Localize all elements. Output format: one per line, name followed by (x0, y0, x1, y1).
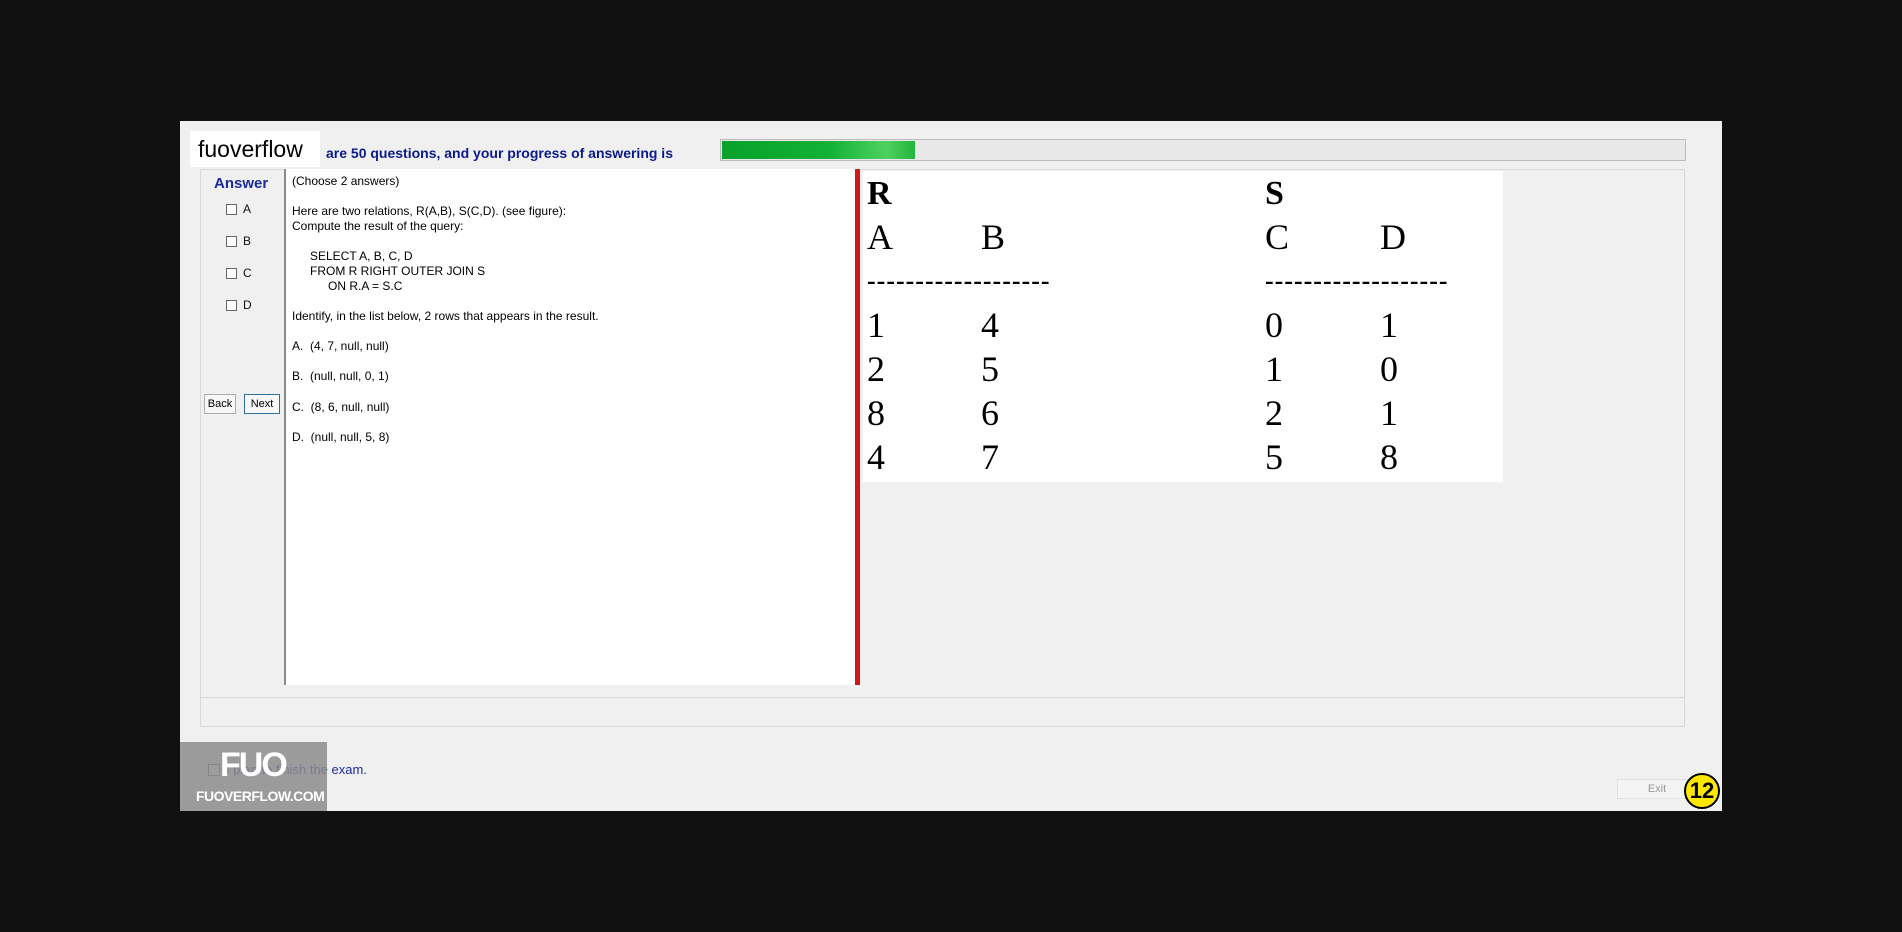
cell: 8 (867, 393, 885, 433)
cell: 5 (981, 349, 999, 389)
choice-c: C. (8, 6, null, null) (292, 400, 390, 414)
cell: 4 (867, 437, 885, 477)
cell: 0 (1380, 349, 1398, 389)
cell: 5 (1265, 437, 1283, 477)
choice-b: B. (null, null, 0, 1) (292, 369, 389, 383)
logo-text: FUOVERFLOW.COM (196, 788, 325, 804)
checkbox-a[interactable] (226, 203, 237, 215)
column-header: C (1265, 217, 1290, 257)
cell: 1 (867, 305, 885, 345)
cell: 2 (867, 349, 885, 389)
choice-a: A. (4, 7, null, null) (292, 339, 389, 353)
progress-fill (722, 141, 915, 159)
cell: 6 (981, 393, 999, 433)
answer-option-label: C (243, 266, 252, 280)
cell: 1 (1265, 349, 1283, 389)
cell: 4 (981, 305, 999, 345)
answer-option-label: B (243, 234, 252, 248)
separator-r: ------------------- (867, 266, 1051, 295)
answer-title: Answer (214, 175, 269, 192)
cell: 7 (981, 437, 999, 477)
query-line: ON R.A = S.C (328, 279, 403, 293)
cell: 8 (1380, 437, 1398, 477)
answer-option-a[interactable]: A (226, 202, 251, 216)
cell: 1 (1380, 305, 1398, 345)
answer-option-label: A (243, 202, 252, 216)
checkbox-b[interactable] (226, 235, 237, 247)
exam-window: fuoverflow are 50 questions, and your pr… (180, 121, 1722, 811)
column-header: A (867, 217, 893, 257)
question-line: Here are two relations, R(A,B), S(C,D). … (292, 204, 567, 218)
choice-d: D. (null, null, 5, 8) (292, 430, 390, 444)
relations-figure: R S A B C D ------------------- --------… (863, 171, 1503, 482)
answer-option-c[interactable]: C (226, 266, 252, 280)
panel-divider (855, 169, 860, 685)
question-line: Identify, in the list below, 2 rows that… (292, 309, 599, 323)
logo-mark: FUO (220, 746, 288, 784)
column-header: B (981, 217, 1006, 257)
progress-text: are 50 questions, and your progress of a… (326, 145, 673, 161)
checkbox-c[interactable] (226, 267, 237, 279)
column-header: D (1380, 217, 1406, 257)
progress-bar (720, 139, 1686, 161)
query-line: FROM R RIGHT OUTER JOIN S (310, 264, 486, 278)
back-button[interactable]: Back (204, 394, 236, 414)
cell: 2 (1265, 393, 1283, 433)
cell: 0 (1265, 305, 1283, 345)
separator-s: ------------------- (1265, 266, 1449, 295)
relation-r-name: R (867, 175, 892, 212)
bottom-divider (200, 697, 1685, 698)
question-number-badge: 12 (1684, 773, 1720, 809)
question-line: (Choose 2 answers) (292, 174, 400, 188)
answer-option-b[interactable]: B (226, 234, 251, 248)
cell: 1 (1380, 393, 1398, 433)
question-line: Compute the result of the query: (292, 219, 464, 233)
watermark-logo: FUO FUOVERFLOW.COM (180, 742, 327, 811)
relation-s-name: S (1265, 175, 1284, 212)
query-line: SELECT A, B, C, D (310, 249, 413, 263)
answer-option-label: D (243, 298, 252, 312)
question-panel: (Choose 2 answers) Here are two relation… (284, 169, 859, 685)
brand-label: fuoverflow (190, 131, 320, 167)
checkbox-d[interactable] (226, 299, 237, 311)
answer-option-d[interactable]: D (226, 298, 252, 312)
next-button[interactable]: Next (244, 394, 280, 414)
